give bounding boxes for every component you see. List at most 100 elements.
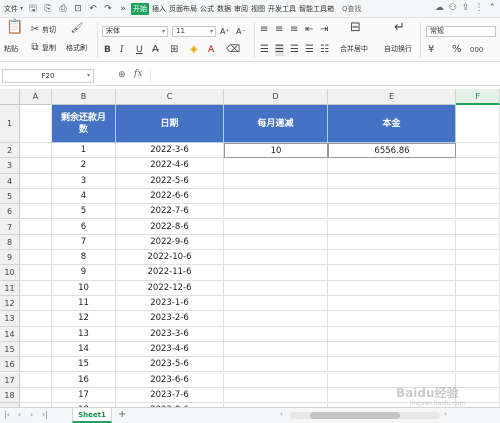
cell-a11[interactable] [20,280,52,296]
header-date[interactable]: 日期 [116,105,224,143]
column-header-a[interactable]: A [20,89,52,105]
row-header-4[interactable]: 4 [0,173,20,189]
table-cell-date[interactable]: 2022-4-6 [116,158,224,174]
cell-a2[interactable] [20,143,52,159]
cut-button[interactable]: 剪切 [42,25,56,35]
table-cell-month-number[interactable]: 5 [52,204,116,220]
more-options-icon[interactable]: ⋮ [474,3,483,14]
merge-center-icon[interactable]: ⊟ [350,21,361,34]
cell-f9[interactable] [456,250,500,266]
table-cell-monthly-decrease[interactable] [224,250,328,266]
formula-input[interactable] [150,69,498,83]
row-header-13[interactable]: 13 [0,311,20,327]
cell-a17[interactable] [20,372,52,388]
table-cell-month-number[interactable]: 7 [52,234,116,251]
cell-f2[interactable] [456,143,500,159]
name-box[interactable]: F20 ▾ [2,69,94,83]
align-center-icon[interactable]: ☰ [275,44,284,56]
table-cell-date[interactable]: 2022-5-6 [116,173,224,189]
row-header-15[interactable]: 15 [0,341,20,358]
distribute-icon[interactable]: ☷ [320,44,329,56]
table-cell-monthly-decrease[interactable] [224,234,328,251]
table-cell-monthly-decrease[interactable] [224,265,328,281]
table-cell-monthly-decrease[interactable]: 10 [224,143,328,159]
redo-icon[interactable]: ↷ [103,4,113,14]
row-header-16[interactable]: 16 [0,357,20,373]
cell-f10[interactable] [456,265,500,281]
cell-a9[interactable] [20,250,52,266]
indent-increase-icon[interactable]: ⇥ [320,24,328,36]
table-cell-date[interactable]: 2022-8-6 [116,219,224,235]
row-header-7[interactable]: 7 [0,219,20,235]
row-header-12[interactable]: 12 [0,296,20,312]
font-size-select[interactable]: 11 ▾ [172,26,216,37]
table-cell-date[interactable]: 2023-6-6 [116,372,224,388]
cell-a13[interactable] [20,311,52,327]
tab-developer[interactable]: 开发工具 [268,4,296,14]
cell-f4[interactable] [456,173,500,189]
table-cell-month-number[interactable]: 12 [52,311,116,327]
align-left-icon[interactable]: ☰ [260,44,269,56]
file-menu[interactable]: 文件 [4,4,18,14]
table-cell-monthly-decrease[interactable] [224,296,328,312]
table-cell-monthly-decrease[interactable] [224,357,328,373]
more-icon[interactable]: » [118,4,128,14]
cell-f1[interactable] [456,105,500,143]
table-cell-monthly-decrease[interactable] [224,280,328,296]
table-cell-principal[interactable] [328,341,456,358]
table-cell-principal[interactable] [328,265,456,281]
underline-button[interactable]: U [136,44,143,56]
table-cell-principal[interactable] [328,326,456,342]
print-icon[interactable]: ⎙ [58,4,68,14]
paste-icon[interactable]: 📋 [6,20,23,34]
table-cell-month-number[interactable]: 2 [52,158,116,174]
borders-icon[interactable]: ⊞ [170,44,178,56]
table-cell-monthly-decrease[interactable] [224,188,328,205]
justify-icon[interactable]: ☰ [305,44,314,56]
cell-f7[interactable] [456,219,500,235]
table-cell-principal[interactable] [328,204,456,220]
table-cell-monthly-decrease[interactable] [224,326,328,342]
cell-f15[interactable] [456,341,500,358]
table-cell-date[interactable]: 2023-7-6 [116,387,224,404]
bold-button[interactable]: B [104,44,111,56]
row-header-6[interactable]: 6 [0,204,20,220]
table-cell-monthly-decrease[interactable] [224,173,328,189]
percent-button[interactable]: % [452,44,462,56]
align-right-icon[interactable]: ☰ [290,44,299,56]
table-cell-principal[interactable] [328,296,456,312]
row-header-3[interactable]: 3 [0,158,20,174]
print-preview-icon[interactable]: ⊡ [73,4,83,14]
cell-f3[interactable] [456,158,500,174]
cell-f16[interactable] [456,357,500,373]
cell-f8[interactable] [456,234,500,251]
cell-a3[interactable] [20,158,52,174]
currency-button[interactable]: ¥ [428,44,434,56]
collaborate-icon[interactable]: ⚇ [449,3,457,14]
row-header-18[interactable]: 18 [0,387,20,404]
clear-format-icon[interactable]: ⌫ [226,44,240,56]
align-top-icon[interactable]: ≡ [260,24,268,36]
table-cell-principal[interactable] [328,234,456,251]
row-header-17[interactable]: 17 [0,372,20,388]
table-cell-principal[interactable] [328,280,456,296]
insert-function-button[interactable]: fx [134,69,142,79]
cell-a4[interactable] [20,173,52,189]
table-cell-date[interactable]: 2022-9-6 [116,234,224,251]
table-cell-monthly-decrease[interactable] [224,158,328,174]
first-sheet-icon[interactable]: |‹ [4,410,10,419]
tab-review[interactable]: 审阅 [234,4,248,14]
table-cell-month-number[interactable]: 9 [52,265,116,281]
thousands-separator-button[interactable]: 000 [470,44,483,56]
table-cell-monthly-decrease[interactable] [224,204,328,220]
table-cell-month-number[interactable]: 10 [52,280,116,296]
header-remaining-months[interactable]: 剩余还款月数 [52,105,116,143]
table-cell-date[interactable]: 2022-7-6 [116,204,224,220]
cell-f11[interactable] [456,280,500,296]
table-cell-month-number[interactable]: 13 [52,326,116,342]
table-cell-month-number[interactable]: 15 [52,357,116,373]
tab-smart-toolbox[interactable]: 智能工具箱 [299,4,334,14]
undo-icon[interactable]: ↶ [88,4,98,14]
select-all-corner[interactable] [0,89,20,105]
table-cell-month-number[interactable]: 8 [52,250,116,266]
